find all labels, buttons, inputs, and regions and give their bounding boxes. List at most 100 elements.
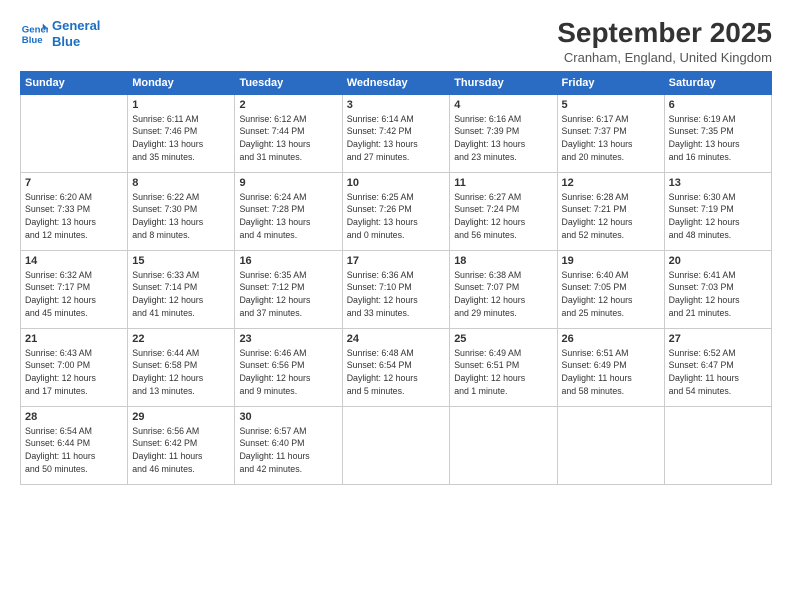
calendar-cell: 17Sunrise: 6:36 AM Sunset: 7:10 PM Dayli… — [342, 250, 449, 328]
header: General Blue General Blue September 2025… — [20, 18, 772, 65]
calendar-cell: 18Sunrise: 6:38 AM Sunset: 7:07 PM Dayli… — [450, 250, 557, 328]
day-number: 14 — [25, 254, 123, 269]
logo: General Blue General Blue — [20, 18, 100, 49]
day-info: Sunrise: 6:51 AM Sunset: 6:49 PM Dayligh… — [562, 348, 632, 396]
week-row-2: 7Sunrise: 6:20 AM Sunset: 7:33 PM Daylig… — [21, 172, 772, 250]
day-info: Sunrise: 6:56 AM Sunset: 6:42 PM Dayligh… — [132, 426, 202, 474]
day-info: Sunrise: 6:17 AM Sunset: 7:37 PM Dayligh… — [562, 114, 633, 162]
day-info: Sunrise: 6:46 AM Sunset: 6:56 PM Dayligh… — [239, 348, 310, 396]
day-info: Sunrise: 6:32 AM Sunset: 7:17 PM Dayligh… — [25, 270, 96, 318]
calendar-cell: 9Sunrise: 6:24 AM Sunset: 7:28 PM Daylig… — [235, 172, 342, 250]
calendar-table: SundayMondayTuesdayWednesdayThursdayFrid… — [20, 71, 772, 485]
calendar-cell: 6Sunrise: 6:19 AM Sunset: 7:35 PM Daylig… — [664, 94, 771, 172]
calendar-cell: 10Sunrise: 6:25 AM Sunset: 7:26 PM Dayli… — [342, 172, 449, 250]
day-number: 9 — [239, 176, 337, 191]
weekday-header-monday: Monday — [128, 71, 235, 94]
day-number: 16 — [239, 254, 337, 269]
day-info: Sunrise: 6:19 AM Sunset: 7:35 PM Dayligh… — [669, 114, 740, 162]
calendar-cell: 27Sunrise: 6:52 AM Sunset: 6:47 PM Dayli… — [664, 328, 771, 406]
week-row-4: 21Sunrise: 6:43 AM Sunset: 7:00 PM Dayli… — [21, 328, 772, 406]
day-info: Sunrise: 6:36 AM Sunset: 7:10 PM Dayligh… — [347, 270, 418, 318]
day-info: Sunrise: 6:49 AM Sunset: 6:51 PM Dayligh… — [454, 348, 525, 396]
calendar-cell — [664, 406, 771, 484]
page: General Blue General Blue September 2025… — [0, 0, 792, 612]
weekday-header-sunday: Sunday — [21, 71, 128, 94]
day-number: 20 — [669, 254, 767, 269]
calendar-cell: 30Sunrise: 6:57 AM Sunset: 6:40 PM Dayli… — [235, 406, 342, 484]
day-number: 21 — [25, 332, 123, 347]
day-info: Sunrise: 6:43 AM Sunset: 7:00 PM Dayligh… — [25, 348, 96, 396]
day-number: 23 — [239, 332, 337, 347]
day-info: Sunrise: 6:22 AM Sunset: 7:30 PM Dayligh… — [132, 192, 203, 240]
title-block: September 2025 Cranham, England, United … — [557, 18, 772, 65]
day-info: Sunrise: 6:11 AM Sunset: 7:46 PM Dayligh… — [132, 114, 203, 162]
day-info: Sunrise: 6:25 AM Sunset: 7:26 PM Dayligh… — [347, 192, 418, 240]
weekday-header-friday: Friday — [557, 71, 664, 94]
day-number: 12 — [562, 176, 660, 191]
day-number: 1 — [132, 98, 230, 113]
day-number: 25 — [454, 332, 552, 347]
day-info: Sunrise: 6:57 AM Sunset: 6:40 PM Dayligh… — [239, 426, 309, 474]
calendar-cell: 2Sunrise: 6:12 AM Sunset: 7:44 PM Daylig… — [235, 94, 342, 172]
svg-text:Blue: Blue — [22, 34, 43, 45]
day-number: 22 — [132, 332, 230, 347]
day-info: Sunrise: 6:48 AM Sunset: 6:54 PM Dayligh… — [347, 348, 418, 396]
day-number: 30 — [239, 410, 337, 425]
calendar-cell: 22Sunrise: 6:44 AM Sunset: 6:58 PM Dayli… — [128, 328, 235, 406]
day-number: 10 — [347, 176, 445, 191]
day-info: Sunrise: 6:33 AM Sunset: 7:14 PM Dayligh… — [132, 270, 203, 318]
day-info: Sunrise: 6:16 AM Sunset: 7:39 PM Dayligh… — [454, 114, 525, 162]
calendar-subtitle: Cranham, England, United Kingdom — [557, 50, 772, 65]
week-row-3: 14Sunrise: 6:32 AM Sunset: 7:17 PM Dayli… — [21, 250, 772, 328]
calendar-cell: 19Sunrise: 6:40 AM Sunset: 7:05 PM Dayli… — [557, 250, 664, 328]
day-info: Sunrise: 6:27 AM Sunset: 7:24 PM Dayligh… — [454, 192, 525, 240]
calendar-cell: 12Sunrise: 6:28 AM Sunset: 7:21 PM Dayli… — [557, 172, 664, 250]
day-info: Sunrise: 6:24 AM Sunset: 7:28 PM Dayligh… — [239, 192, 310, 240]
calendar-cell: 26Sunrise: 6:51 AM Sunset: 6:49 PM Dayli… — [557, 328, 664, 406]
logo-text2: Blue — [52, 34, 100, 50]
weekday-header-thursday: Thursday — [450, 71, 557, 94]
calendar-cell — [342, 406, 449, 484]
calendar-cell: 15Sunrise: 6:33 AM Sunset: 7:14 PM Dayli… — [128, 250, 235, 328]
day-number: 3 — [347, 98, 445, 113]
calendar-cell: 23Sunrise: 6:46 AM Sunset: 6:56 PM Dayli… — [235, 328, 342, 406]
day-info: Sunrise: 6:52 AM Sunset: 6:47 PM Dayligh… — [669, 348, 739, 396]
calendar-cell: 3Sunrise: 6:14 AM Sunset: 7:42 PM Daylig… — [342, 94, 449, 172]
day-number: 24 — [347, 332, 445, 347]
day-number: 19 — [562, 254, 660, 269]
calendar-cell: 5Sunrise: 6:17 AM Sunset: 7:37 PM Daylig… — [557, 94, 664, 172]
day-number: 2 — [239, 98, 337, 113]
day-info: Sunrise: 6:41 AM Sunset: 7:03 PM Dayligh… — [669, 270, 740, 318]
calendar-cell: 29Sunrise: 6:56 AM Sunset: 6:42 PM Dayli… — [128, 406, 235, 484]
calendar-cell: 1Sunrise: 6:11 AM Sunset: 7:46 PM Daylig… — [128, 94, 235, 172]
weekday-header-saturday: Saturday — [664, 71, 771, 94]
day-info: Sunrise: 6:20 AM Sunset: 7:33 PM Dayligh… — [25, 192, 96, 240]
calendar-cell — [450, 406, 557, 484]
day-number: 6 — [669, 98, 767, 113]
day-info: Sunrise: 6:38 AM Sunset: 7:07 PM Dayligh… — [454, 270, 525, 318]
calendar-cell: 11Sunrise: 6:27 AM Sunset: 7:24 PM Dayli… — [450, 172, 557, 250]
day-info: Sunrise: 6:30 AM Sunset: 7:19 PM Dayligh… — [669, 192, 740, 240]
calendar-cell: 25Sunrise: 6:49 AM Sunset: 6:51 PM Dayli… — [450, 328, 557, 406]
calendar-cell: 4Sunrise: 6:16 AM Sunset: 7:39 PM Daylig… — [450, 94, 557, 172]
day-number: 26 — [562, 332, 660, 347]
calendar-cell — [21, 94, 128, 172]
week-row-1: 1Sunrise: 6:11 AM Sunset: 7:46 PM Daylig… — [21, 94, 772, 172]
day-info: Sunrise: 6:44 AM Sunset: 6:58 PM Dayligh… — [132, 348, 203, 396]
day-info: Sunrise: 6:28 AM Sunset: 7:21 PM Dayligh… — [562, 192, 633, 240]
day-number: 11 — [454, 176, 552, 191]
day-number: 28 — [25, 410, 123, 425]
calendar-title: September 2025 — [557, 18, 772, 49]
calendar-cell: 24Sunrise: 6:48 AM Sunset: 6:54 PM Dayli… — [342, 328, 449, 406]
day-info: Sunrise: 6:35 AM Sunset: 7:12 PM Dayligh… — [239, 270, 310, 318]
day-number: 18 — [454, 254, 552, 269]
calendar-cell — [557, 406, 664, 484]
day-number: 4 — [454, 98, 552, 113]
calendar-cell: 21Sunrise: 6:43 AM Sunset: 7:00 PM Dayli… — [21, 328, 128, 406]
calendar-cell: 7Sunrise: 6:20 AM Sunset: 7:33 PM Daylig… — [21, 172, 128, 250]
calendar-cell: 20Sunrise: 6:41 AM Sunset: 7:03 PM Dayli… — [664, 250, 771, 328]
day-number: 29 — [132, 410, 230, 425]
calendar-cell: 16Sunrise: 6:35 AM Sunset: 7:12 PM Dayli… — [235, 250, 342, 328]
day-number: 7 — [25, 176, 123, 191]
week-row-5: 28Sunrise: 6:54 AM Sunset: 6:44 PM Dayli… — [21, 406, 772, 484]
